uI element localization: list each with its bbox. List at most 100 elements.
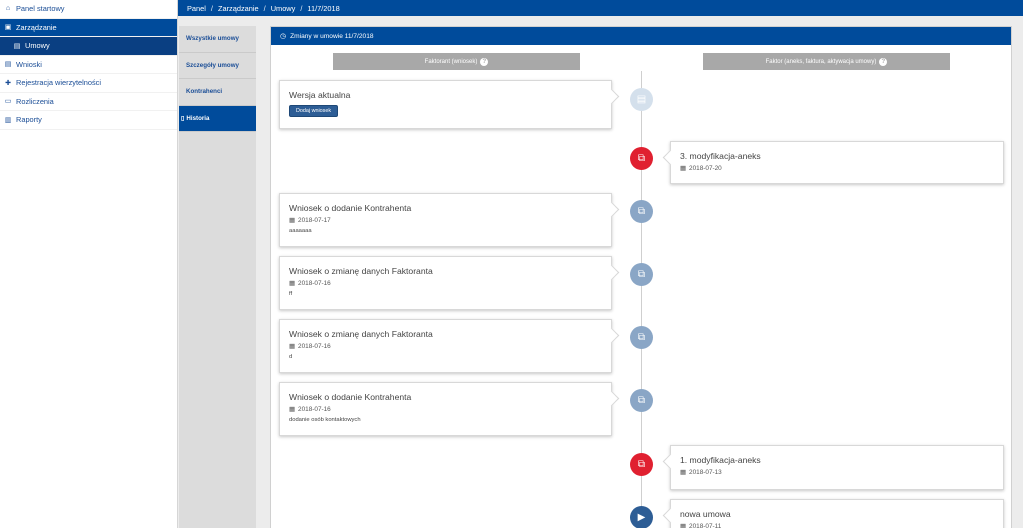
- sidebar: ⌂ Panel startowy ▣ Zarządzanie ▤ Umowy ▤…: [0, 0, 178, 528]
- entry-date: 2018-07-17: [298, 216, 331, 224]
- panel-title: Zmiany w umowie 11/7/2018: [290, 32, 374, 40]
- entry-title: 1. modyfikacja-aneks: [680, 455, 761, 465]
- sidebar-item-rozliczenia[interactable]: ▭ Rozliczenia: [0, 93, 177, 111]
- history-panel: ◷ Zmiany w umowie 11/7/2018 Faktorant (w…: [270, 26, 1012, 528]
- entry-title: Wniosek o zmianę danych Faktoranta: [289, 329, 433, 339]
- entry-date-row: ▦ 2018-07-17: [289, 216, 602, 225]
- sidebar-item-panel-startowy[interactable]: ⌂ Panel startowy: [0, 0, 177, 19]
- help-icon[interactable]: ?: [480, 57, 489, 66]
- breadcrumb-item-zarzadzanie[interactable]: Zarządzanie: [218, 4, 259, 13]
- tab-label: Szczegóły umowy: [186, 61, 239, 69]
- entry-note: dodanie osób kontaktowych: [289, 417, 361, 423]
- entry-note: aaaaaaa: [289, 228, 312, 234]
- entry-date-row: ▦ 2018-07-20: [680, 164, 994, 173]
- tab-wszystkie-umowy[interactable]: Wszystkie umowy: [179, 26, 256, 53]
- sidebar-item-wnioski[interactable]: ▤ Wnioski: [0, 56, 177, 74]
- sidebar-item-raporty[interactable]: ▥ Raporty: [0, 111, 177, 130]
- sidebar-item-label: Panel startowy: [16, 4, 65, 14]
- timeline-entry[interactable]: 1. modyfikacja-aneks ▦ 2018-07-13: [670, 445, 1004, 490]
- entry-date: 2018-07-16: [298, 279, 331, 287]
- money-icon: ▭: [4, 98, 12, 106]
- add-request-button[interactable]: Dodaj wniosek: [289, 105, 339, 117]
- entry-date: 2018-07-11: [689, 522, 722, 528]
- timeline-entry[interactable]: Wniosek o dodanie Kontrahenta ▦ 2018-07-…: [279, 193, 612, 247]
- sidebar-item-label: Raporty: [16, 115, 42, 125]
- breadcrumb-item-umowy[interactable]: Umowy: [271, 4, 296, 13]
- copy-icon: ⧉: [630, 147, 653, 170]
- sidebar-item-zarzadzanie[interactable]: ▣ Zarządzanie: [0, 18, 177, 37]
- entry-date: 2018-07-13: [689, 468, 722, 476]
- play-icon: ▶: [630, 506, 653, 528]
- sidebar-item-label: Umowy: [25, 41, 50, 51]
- calendar-icon: ▦: [289, 280, 296, 287]
- tab-historia[interactable]: ▯ Historia: [179, 105, 256, 132]
- help-icon[interactable]: ?: [879, 57, 888, 66]
- entry-date: 2018-07-16: [298, 405, 331, 413]
- entry-title: 3. modyfikacja-aneks: [680, 151, 761, 161]
- breadcrumb: Panel / Zarządzanie / Umowy / 11/7/2018: [178, 0, 1023, 16]
- clock-icon: ◷: [280, 33, 287, 40]
- timeline-entry[interactable]: Wniosek o dodanie Kontrahenta ▦ 2018-07-…: [279, 382, 612, 436]
- sidebar-item-label: Wnioski: [16, 59, 42, 69]
- copy-icon: ⧉: [630, 389, 653, 412]
- entry-date-row: ▦ 2018-07-16: [289, 405, 602, 414]
- tab-kontrahenci[interactable]: Kontrahenci: [179, 79, 256, 106]
- entry-date: 2018-07-20: [689, 164, 722, 172]
- calendar-icon: ▦: [289, 406, 296, 413]
- breadcrumb-separator: /: [300, 3, 303, 13]
- entry-note: d: [289, 354, 293, 360]
- timeline-entry[interactable]: Wniosek o zmianę danych Faktoranta ▦ 201…: [279, 256, 612, 310]
- breadcrumb-item-panel[interactable]: Panel: [187, 4, 206, 13]
- file-icon: ▤: [630, 88, 653, 111]
- breadcrumb-separator: /: [210, 3, 213, 13]
- tab-szczegoly-umowy[interactable]: Szczegóły umowy: [179, 53, 256, 79]
- entry-title: Wniosek o zmianę danych Faktoranta: [289, 266, 433, 276]
- calendar-icon: ▦: [289, 217, 296, 224]
- entry-date-row: ▦ 2018-07-16: [289, 279, 602, 288]
- calendar-icon: ▦: [680, 523, 687, 528]
- entry-date-row: ▦ 2018-07-11: [680, 522, 994, 528]
- column-header-faktor: Faktor (aneks, faktura, aktywacja umowy)…: [703, 53, 950, 70]
- column-header-faktorant: Faktorant (wniosek) ?: [333, 53, 580, 70]
- sidebar-item-rejestracja[interactable]: ✚ Rejestracja wierzytelności: [0, 74, 177, 93]
- entry-date: 2018-07-16: [298, 342, 331, 350]
- current-version-card: Wersja aktualna Dodaj wniosek: [279, 80, 612, 129]
- document-icon: ▤: [4, 61, 12, 69]
- card-title: Wersja aktualna: [289, 90, 351, 100]
- entry-note: ff: [289, 291, 293, 297]
- timeline-entry[interactable]: 3. modyfikacja-aneks ▦ 2018-07-20: [670, 141, 1004, 184]
- sidebar-item-label: Rozliczenia: [16, 96, 54, 106]
- dashboard-icon: ⌂: [5, 5, 11, 13]
- copy-icon: ⧉: [630, 453, 653, 476]
- tab-label: Historia: [186, 114, 210, 122]
- breadcrumb-item-current: 11/7/2018: [307, 3, 340, 13]
- entry-date-row: ▦ 2018-07-13: [680, 468, 994, 477]
- sidebar-item-label: Rejestracja wierzytelności: [16, 78, 102, 88]
- contract-tabs: Wszystkie umowy Szczegóły umowy Kontrahe…: [179, 26, 256, 528]
- calendar-icon: ▦: [680, 165, 687, 172]
- document-icon: ▤: [13, 42, 21, 50]
- calendar-icon: ▦: [680, 469, 687, 476]
- entry-title: Wniosek o dodanie Kontrahenta: [289, 203, 412, 213]
- entry-title: nowa umowa: [680, 509, 731, 519]
- tablet-icon: ▯: [181, 114, 185, 122]
- briefcase-icon: ▣: [4, 24, 12, 32]
- sidebar-item-label: Zarządzanie: [16, 22, 57, 32]
- column-header-label: Faktorant (wniosek): [424, 58, 478, 65]
- tab-label: Kontrahenci: [186, 88, 223, 96]
- breadcrumb-separator: /: [263, 3, 266, 13]
- copy-icon: ⧉: [630, 200, 653, 223]
- timeline-entry[interactable]: Wniosek o zmianę danych Faktoranta ▦ 201…: [279, 319, 612, 373]
- timeline-entry[interactable]: nowa umowa ▦ 2018-07-11: [670, 499, 1004, 528]
- plus-icon: ✚: [5, 79, 11, 87]
- panel-header: ◷ Zmiany w umowie 11/7/2018: [271, 27, 1011, 45]
- copy-icon: ⧉: [630, 263, 653, 286]
- entry-title: Wniosek o dodanie Kontrahenta: [289, 392, 412, 402]
- sidebar-item-umowy[interactable]: ▤ Umowy: [0, 37, 177, 56]
- calendar-icon: ▦: [289, 343, 296, 350]
- column-header-label: Faktor (aneks, faktura, aktywacja umowy): [765, 58, 877, 65]
- entry-date-row: ▦ 2018-07-16: [289, 342, 602, 351]
- copy-icon: ⧉: [630, 326, 653, 349]
- chart-icon: ▥: [4, 116, 12, 124]
- tab-label: Wszystkie umowy: [186, 35, 239, 43]
